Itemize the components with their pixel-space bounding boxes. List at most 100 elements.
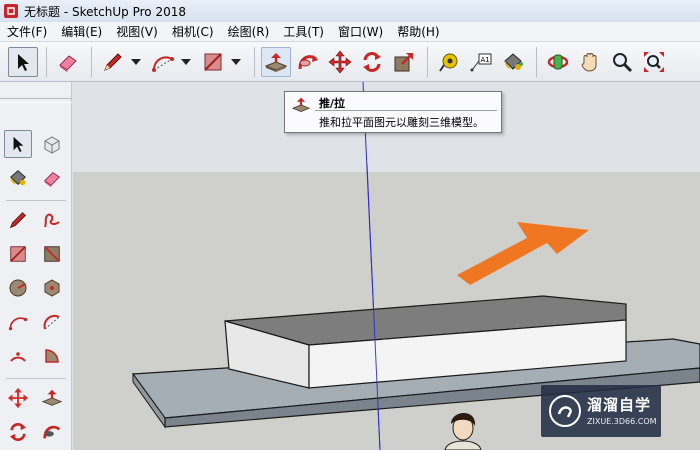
zoom-tool-button[interactable] (607, 47, 637, 77)
menu-camera[interactable]: 相机(C) (165, 23, 221, 40)
toolbar-separator (91, 46, 92, 77)
orbit-icon (547, 54, 569, 69)
rectangle-icon (10, 246, 26, 262)
select-tool-button[interactable] (8, 46, 38, 77)
arc-icon (8, 317, 28, 331)
pie-tool-button[interactable] (38, 342, 66, 370)
push-pull-icon (264, 52, 288, 72)
follow-me-tool-button[interactable] (38, 418, 66, 446)
push-pull-icon (291, 96, 311, 117)
menu-tools[interactable]: 工具(T) (276, 23, 331, 40)
menu-help[interactable]: 帮助(H) (390, 23, 446, 40)
pie-icon (45, 349, 59, 363)
svg-text:A1: A1 (481, 56, 490, 64)
rectangle-icon (204, 52, 222, 71)
follow-me-icon (298, 54, 318, 69)
paint-bucket-icon (504, 52, 523, 70)
rectangle-dropdown-icon[interactable] (230, 58, 242, 65)
menu-edit[interactable]: 编辑(E) (54, 23, 109, 40)
circle-tool-button[interactable] (4, 274, 32, 302)
polygon-icon (44, 279, 60, 297)
rectangle-tool-button[interactable] (198, 47, 228, 77)
tooltip-description: 推和拉平面图元以雕刻三维模型。 (319, 116, 484, 129)
freehand-icon (44, 213, 60, 228)
rectangle-tool-button[interactable] (4, 240, 32, 268)
push-pull-tool-button[interactable] (38, 384, 66, 412)
rotate-tool-button[interactable] (357, 47, 387, 77)
arc-tool-button[interactable] (148, 47, 178, 77)
rotated-rectangle-tool-button[interactable] (38, 240, 66, 268)
arc-icon (152, 55, 174, 72)
watermark-name: 溜溜自学 (587, 396, 652, 414)
eraser-icon (59, 54, 77, 72)
two-point-arc-icon (43, 314, 60, 330)
line-tool-button[interactable] (4, 206, 32, 234)
menu-window[interactable]: 窗口(W) (331, 23, 390, 40)
move-icon (328, 50, 352, 73)
text-tool-button[interactable]: A1 (466, 47, 496, 77)
menu-draw[interactable]: 绘图(R) (221, 23, 277, 40)
zoom-magnifier-icon (613, 52, 633, 72)
toolbar-separator (536, 46, 537, 77)
scale-tool-button[interactable] (389, 47, 419, 77)
rotate-icon (363, 51, 381, 72)
select-arrow-icon (13, 136, 24, 152)
select-arrow-icon (18, 53, 29, 71)
eraser-tool-button[interactable] (38, 164, 66, 192)
eraser-icon (44, 171, 60, 188)
three-point-arc-icon (10, 352, 26, 362)
move-icon (7, 387, 29, 409)
pencil-dropdown-icon[interactable] (130, 58, 142, 65)
follow-me-tool-button[interactable] (293, 47, 323, 77)
push-pull-icon (41, 389, 63, 406)
zoom-extents-icon (644, 51, 664, 72)
tooltip-title: 推/拉 (319, 97, 346, 110)
toolbar-grip[interactable] (0, 98, 72, 103)
follow-me-icon (43, 425, 61, 439)
left-toolbar (0, 82, 72, 450)
tape-measure-icon (439, 53, 458, 72)
arc-dropdown-icon[interactable] (180, 58, 192, 65)
paint-bucket-icon (10, 170, 26, 186)
tooltip-divider (315, 110, 497, 111)
circle-icon (9, 279, 27, 297)
toolbar-separator (254, 46, 255, 77)
arc-tool-button[interactable] (4, 308, 32, 336)
move-tool-button[interactable] (325, 47, 355, 77)
select-tool-button[interactable] (4, 130, 32, 158)
title-bar: 无标题 - SketchUp Pro 2018 (0, 0, 700, 22)
tape-measure-tool-button[interactable] (434, 47, 464, 77)
component-box-icon (44, 136, 60, 154)
zoom-extents-tool-button[interactable] (639, 47, 669, 77)
two-point-arc-tool-button[interactable] (38, 308, 66, 336)
pencil-tool-button[interactable] (98, 47, 128, 77)
make-component-button[interactable] (38, 130, 66, 158)
menu-view[interactable]: 视图(V) (109, 23, 165, 40)
push-pull-tooltip: 推/拉 推和拉平面图元以雕刻三维模型。 (284, 91, 502, 133)
freehand-tool-button[interactable] (38, 206, 66, 234)
pencil-icon (9, 212, 26, 229)
rotate-tool-button[interactable] (4, 418, 32, 446)
three-point-arc-tool-button[interactable] (4, 342, 32, 370)
watermark-logo-icon (549, 395, 581, 427)
watermark-badge: 溜溜自学 ZIXUE.3D66.COM (541, 385, 661, 437)
main-toolbar: A1 (0, 42, 700, 82)
rotated-rectangle-icon (44, 246, 60, 262)
menu-bar: 文件(F) 编辑(E) 视图(V) 相机(C) 绘图(R) 工具(T) 窗口(W… (0, 22, 700, 42)
push-pull-tool-button[interactable] (261, 46, 291, 77)
toolbar-separator (6, 378, 66, 379)
window-title: 无标题 - SketchUp Pro 2018 (24, 4, 186, 19)
paint-bucket-tool-button[interactable] (498, 47, 528, 77)
menu-file[interactable]: 文件(F) (0, 23, 54, 40)
rotate-icon (9, 422, 27, 442)
watermark-url: ZIXUE.3D66.COM (587, 417, 657, 426)
pan-hand-icon (581, 52, 597, 72)
paint-bucket-tool-button[interactable] (4, 164, 32, 192)
polygon-tool-button[interactable] (38, 274, 66, 302)
pan-tool-button[interactable] (575, 47, 605, 77)
orbit-tool-button[interactable] (543, 47, 573, 77)
toolbar-separator (6, 200, 66, 201)
move-tool-button[interactable] (4, 384, 32, 412)
pencil-icon (104, 52, 122, 71)
eraser-tool-button[interactable] (53, 47, 83, 77)
